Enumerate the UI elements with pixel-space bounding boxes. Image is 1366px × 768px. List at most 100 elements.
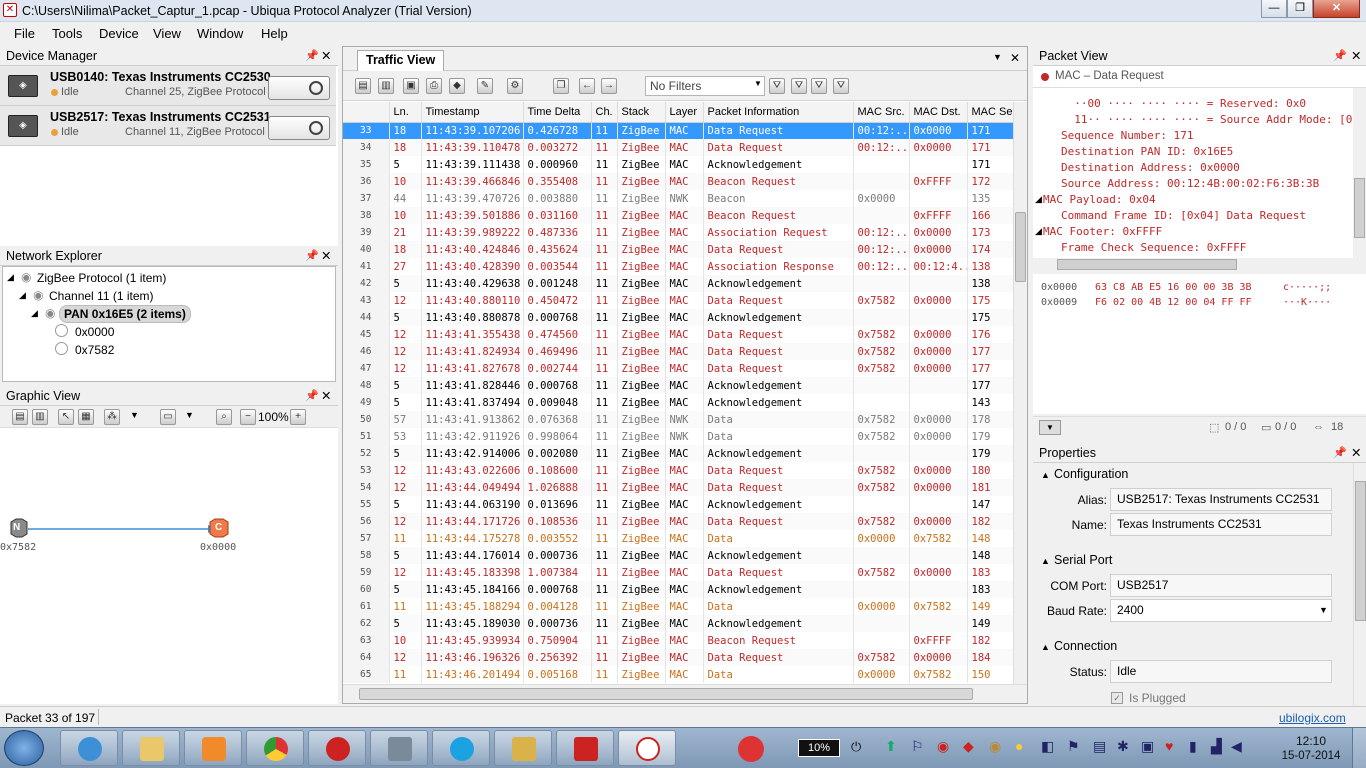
package-icon[interactable]: ◆ — [449, 78, 465, 94]
close-icon[interactable]: ✕ — [1351, 46, 1361, 66]
clock-time[interactable]: 12:10 — [1286, 734, 1336, 748]
capture-icon[interactable]: ▦ — [78, 409, 94, 425]
close-icon[interactable]: ✕ — [1010, 51, 1020, 65]
print-icon[interactable]: ⎙ — [426, 78, 442, 94]
table-row[interactable]: 62 5 11:43:45.189030 0.000736 11 ZigBee MAC Ack… — [343, 615, 1013, 632]
tree-node-address[interactable]: 0x7582 — [75, 343, 114, 357]
vertical-scrollbar[interactable] — [1353, 463, 1366, 705]
tray-icon[interactable]: ⬆ — [885, 738, 897, 755]
minimize-button[interactable]: — — [1261, 0, 1287, 18]
tray-icon[interactable]: ◉ — [937, 738, 949, 755]
tray-icon[interactable]: ◧ — [1041, 738, 1054, 755]
baud-rate-select[interactable]: 2400 — [1110, 599, 1332, 622]
layout-icon[interactable]: ⁂ — [104, 409, 120, 425]
graphic-canvas[interactable]: N C 0x7582 0x0000 — [0, 428, 338, 704]
decode-line[interactable]: ··00 ···· ···· ···· = Reserved: 0x0 — [1061, 97, 1306, 110]
decode-line[interactable]: Sequence Number: 171 — [1061, 129, 1193, 142]
table-row[interactable]: 38 10 11:43:39.501886 0.031160 11 ZigBee MAC Be… — [343, 207, 1013, 224]
open-icon[interactable]: ▤ — [12, 409, 28, 425]
settings-icon[interactable]: ⚙ — [507, 78, 523, 94]
taskbar-media-icon[interactable] — [184, 730, 242, 766]
menu-file[interactable]: File — [14, 26, 35, 41]
table-row[interactable]: 53 12 11:43:43.022606 0.108600 11 ZigBee MAC Da… — [343, 462, 1013, 479]
table-row[interactable]: 48 5 11:43:41.828446 0.000768 11 ZigBee MAC Ack… — [343, 377, 1013, 394]
table-row[interactable]: 58 5 11:43:44.176014 0.000736 11 ZigBee MAC Ack… — [343, 547, 1013, 564]
tray-icon[interactable]: ▮ — [1189, 738, 1197, 755]
is-plugged-checkbox[interactable]: ✓ — [1111, 692, 1123, 704]
table-row[interactable]: 44 5 11:43:40.880878 0.000768 11 ZigBee MAC Ack… — [343, 309, 1013, 326]
taskbar-ie-icon[interactable] — [60, 730, 118, 766]
table-row[interactable]: 41 27 11:43:40.428390 0.003544 11 ZigBee MAC As… — [343, 258, 1013, 275]
collapse-icon[interactable]: ▲ — [1041, 556, 1050, 566]
alias-field[interactable]: USB2517: Texas Instruments CC2531 — [1110, 488, 1332, 511]
tray-app-icon[interactable] — [738, 736, 764, 762]
zoom-icon[interactable]: ⌕ — [216, 409, 232, 425]
save-icon[interactable]: ▥ — [32, 409, 48, 425]
expand-icon[interactable]: ◢ — [1035, 226, 1042, 237]
col-header[interactable]: Ch. — [591, 102, 618, 123]
table-row[interactable]: 37 44 11:43:39.470726 0.003880 11 ZigBee NWK Be… — [343, 190, 1013, 207]
bluetooth-icon[interactable]: ✱ — [1117, 738, 1129, 755]
col-header[interactable]: Timestamp — [421, 102, 524, 123]
table-row[interactable]: 36 10 11:43:39.466846 0.355408 11 ZigBee MAC Be… — [343, 173, 1013, 190]
maximize-button[interactable]: ❐ — [1287, 0, 1313, 18]
tree-node-protocol[interactable]: ZigBee Protocol (1 item) — [37, 271, 166, 285]
decode-line[interactable]: Destination PAN ID: 0x16E5 — [1061, 145, 1233, 158]
pin-icon[interactable]: 📌 — [1333, 46, 1347, 66]
expand-icon[interactable]: ◢ — [1035, 194, 1042, 205]
collapse-icon[interactable]: ▲ — [1041, 642, 1050, 652]
taskbar-ubiqua-icon[interactable] — [618, 730, 676, 766]
expand-icon[interactable]: ◢ — [31, 308, 38, 319]
filter-clear-icon[interactable]: ⛛ — [811, 78, 827, 94]
table-row[interactable]: 45 12 11:43:41.355438 0.474560 11 ZigBee MAC Da… — [343, 326, 1013, 343]
device-item[interactable]: ◈ USB0140: Texas Instruments CC2530 Idle… — [0, 66, 336, 106]
hex-ascii[interactable]: ···K···· — [1283, 297, 1331, 308]
device-toggle[interactable] — [268, 76, 330, 100]
close-button[interactable]: ✕ — [1313, 0, 1360, 18]
view-icon[interactable]: ▭ — [160, 409, 176, 425]
table-row[interactable]: 65 11 11:43:46.201494 0.005168 11 ZigBee MAC Da… — [343, 666, 1013, 683]
table-row[interactable]: 63 10 11:43:45.939934 0.750904 11 ZigBee MAC Be… — [343, 632, 1013, 649]
decode-line[interactable]: Source Address: 00:12:4B:00:02:F6:3B:3B — [1061, 177, 1319, 190]
menu-window[interactable]: Window — [197, 26, 243, 41]
taskbar-tools-icon[interactable] — [370, 730, 428, 766]
open-icon[interactable]: ▤ — [355, 78, 371, 94]
menu-help[interactable]: Help — [261, 26, 288, 41]
expand-icon[interactable]: ◢ — [7, 272, 14, 283]
highlight-icon[interactable]: ✎ — [477, 78, 493, 94]
tray-icon[interactable]: ⚑ — [1067, 738, 1080, 755]
zoom-out-icon[interactable]: − — [240, 409, 256, 425]
table-row[interactable]: 33 18 11:43:39.107206 0.426728 11 ZigBee MAC Da… — [343, 122, 1013, 139]
device-toggle[interactable] — [268, 116, 330, 140]
table-row[interactable]: 64 12 11:43:46.196326 0.256392 11 ZigBee MAC Da… — [343, 649, 1013, 666]
volume-icon[interactable]: ◀ — [1231, 738, 1242, 755]
table-row[interactable]: 46 12 11:43:41.824934 0.469496 11 ZigBee MAC Da… — [343, 343, 1013, 360]
col-header[interactable]: Layer — [665, 102, 704, 123]
table-row[interactable]: 35 5 11:43:39.111438 0.000960 11 ZigBee MAC Ack… — [343, 156, 1013, 173]
decode-line[interactable]: 11·· ···· ···· ···· = Source Addr Mode: … — [1061, 113, 1353, 126]
close-icon[interactable]: ✕ — [321, 246, 331, 266]
tray-icon[interactable]: ♥ — [1165, 738, 1173, 754]
hex-bytes[interactable]: F6 02 00 4B 12 00 04 FF FF — [1095, 297, 1252, 308]
table-row[interactable]: 52 5 11:43:42.914006 0.002080 11 ZigBee MAC Ack… — [343, 445, 1013, 462]
pin-icon[interactable]: 📌 — [305, 386, 319, 406]
chevron-down-icon[interactable]: ▼ — [1319, 605, 1328, 615]
col-header[interactable]: Packet Information — [703, 102, 854, 123]
col-header[interactable]: Ln. — [389, 102, 422, 123]
table-row[interactable]: 34 18 11:43:39.110478 0.003272 11 ZigBee MAC Da… — [343, 139, 1013, 156]
start-button[interactable] — [4, 730, 44, 766]
table-row[interactable]: 39 21 11:43:39.989222 0.487336 11 ZigBee MAC As… — [343, 224, 1013, 241]
table-row[interactable]: 55 5 11:43:44.063190 0.013696 11 ZigBee MAC Ack… — [343, 496, 1013, 513]
zoom-in-icon[interactable]: + — [290, 409, 306, 425]
back-icon[interactable]: ← — [579, 78, 595, 94]
col-header[interactable]: Time Delta — [523, 102, 592, 123]
hex-bytes[interactable]: 63 C8 AB E5 16 00 00 3B 3B — [1095, 282, 1252, 293]
taskbar-explorer-icon[interactable] — [122, 730, 180, 766]
table-row[interactable]: 43 12 11:43:40.880110 0.450472 11 ZigBee MAC Da… — [343, 292, 1013, 309]
tray-icon[interactable]: ◆ — [963, 738, 974, 755]
table-row[interactable]: 40 18 11:43:40.424846 0.435624 11 ZigBee MAC Da… — [343, 241, 1013, 258]
network-icon[interactable]: ▟ — [1211, 738, 1222, 755]
tree-node-pan[interactable]: PAN 0x16E5 (2 items) — [59, 305, 191, 323]
table-row[interactable]: 59 12 11:43:45.183398 1.007384 11 ZigBee MAC Da… — [343, 564, 1013, 581]
scroll-thumb[interactable] — [1015, 212, 1026, 282]
